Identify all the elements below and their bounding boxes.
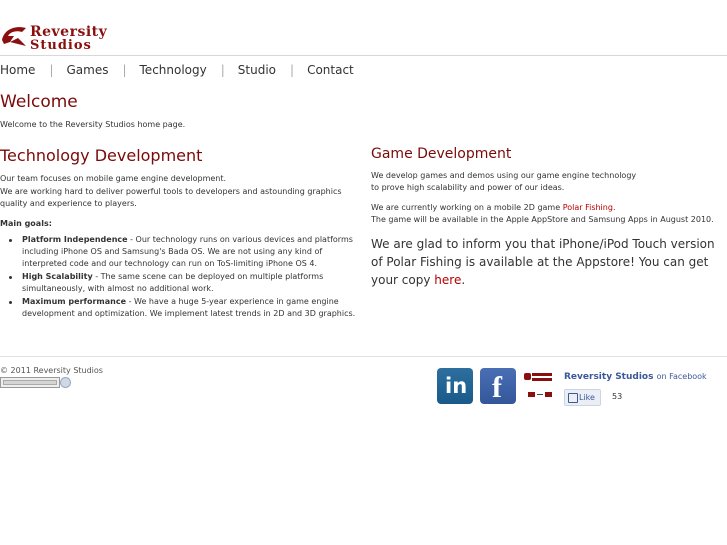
goal-name: Maximum performance: [22, 297, 127, 306]
main-nav: Home | Games | Technology | Studio | Contact: [0, 63, 354, 77]
polar-fishing-link[interactable]: Polar Fishing: [563, 203, 613, 212]
nav-separator: |: [220, 63, 225, 77]
appstore-here-link[interactable]: here: [434, 273, 461, 287]
technology-line2: We are working hard to deliver powerful …: [0, 186, 342, 209]
creative-commons-badge-icon[interactable]: [0, 377, 60, 388]
main-goals-label: Main goals:: [0, 219, 52, 228]
facebook-icon: f: [492, 371, 502, 404]
like-label: Like: [579, 393, 595, 402]
like-count: 53: [612, 392, 623, 401]
fb-like-button[interactable]: Like: [564, 389, 601, 406]
validator-icon[interactable]: [60, 377, 71, 388]
game-current-project: We are currently working on a mobile 2D …: [371, 202, 726, 226]
nav-separator: |: [290, 63, 295, 77]
fb-on-facebook: on Facebook: [656, 372, 707, 381]
game-availability-text: The game will be available in the Apple …: [371, 215, 714, 224]
logo-text-line2: Studios: [30, 38, 92, 53]
goal-item: Maximum performance - We have a huge 5-y…: [9, 296, 362, 320]
nav-home[interactable]: Home: [0, 63, 35, 77]
linkedin-button[interactable]: in: [437, 368, 473, 404]
nav-contact[interactable]: Contact: [307, 63, 354, 77]
thumbs-up-icon: [568, 393, 578, 403]
nav-separator: |: [122, 63, 127, 77]
game-current-end: .: [612, 203, 616, 212]
facebook-like-box: Reversity Studios on Facebook Like 53: [524, 368, 724, 410]
nav-studio[interactable]: Studio: [238, 63, 276, 77]
fb-page-thumbnail-icon[interactable]: [524, 371, 554, 383]
goal-name: High Scalability: [22, 272, 93, 281]
site-logo[interactable]: Reversity Studios: [0, 22, 130, 54]
game-intro-line2: to prove high scalability and power of o…: [371, 183, 565, 192]
appstore-announcement: We are glad to inform you that iPhone/iP…: [371, 235, 726, 289]
technology-line1: Our team focuses on mobile game engine d…: [0, 174, 227, 183]
nav-games[interactable]: Games: [66, 63, 108, 77]
header-divider: [0, 55, 727, 56]
game-heading: Game Development: [371, 146, 512, 162]
facebook-button[interactable]: f: [480, 368, 516, 404]
fb-page-name-text[interactable]: Reversity Studios: [564, 372, 653, 382]
goal-item: Platform Independence - Our technology r…: [9, 234, 362, 270]
game-intro: We develop games and demos using our gam…: [371, 170, 711, 194]
fb-page-thumbnail-small-icon: [528, 390, 554, 400]
welcome-text: Welcome to the Reversity Studios home pa…: [0, 120, 186, 129]
goal-item: High Scalability - The same scene can be…: [9, 271, 362, 295]
goals-list: Platform Independence - Our technology r…: [0, 234, 362, 321]
copyright-text: © 2011 Reversity Studios: [0, 366, 103, 375]
technology-intro: Our team focuses on mobile game engine d…: [0, 173, 350, 211]
nav-separator: |: [49, 63, 54, 77]
footer-divider: [0, 356, 727, 357]
announcement-end: .: [461, 273, 466, 287]
technology-heading: Technology Development: [0, 146, 203, 165]
fb-page-name[interactable]: Reversity Studios on Facebook: [564, 372, 707, 382]
goal-name: Platform Independence: [22, 235, 128, 244]
nav-technology[interactable]: Technology: [140, 63, 207, 77]
announcement-text: We are glad to inform you that iPhone/iP…: [371, 237, 715, 287]
linkedin-icon: in: [445, 374, 468, 398]
logo-emblem-icon: [2, 27, 26, 46]
game-current-text: We are currently working on a mobile 2D …: [371, 203, 563, 212]
welcome-heading: Welcome: [0, 92, 78, 112]
game-intro-line1: We develop games and demos using our gam…: [371, 171, 637, 180]
